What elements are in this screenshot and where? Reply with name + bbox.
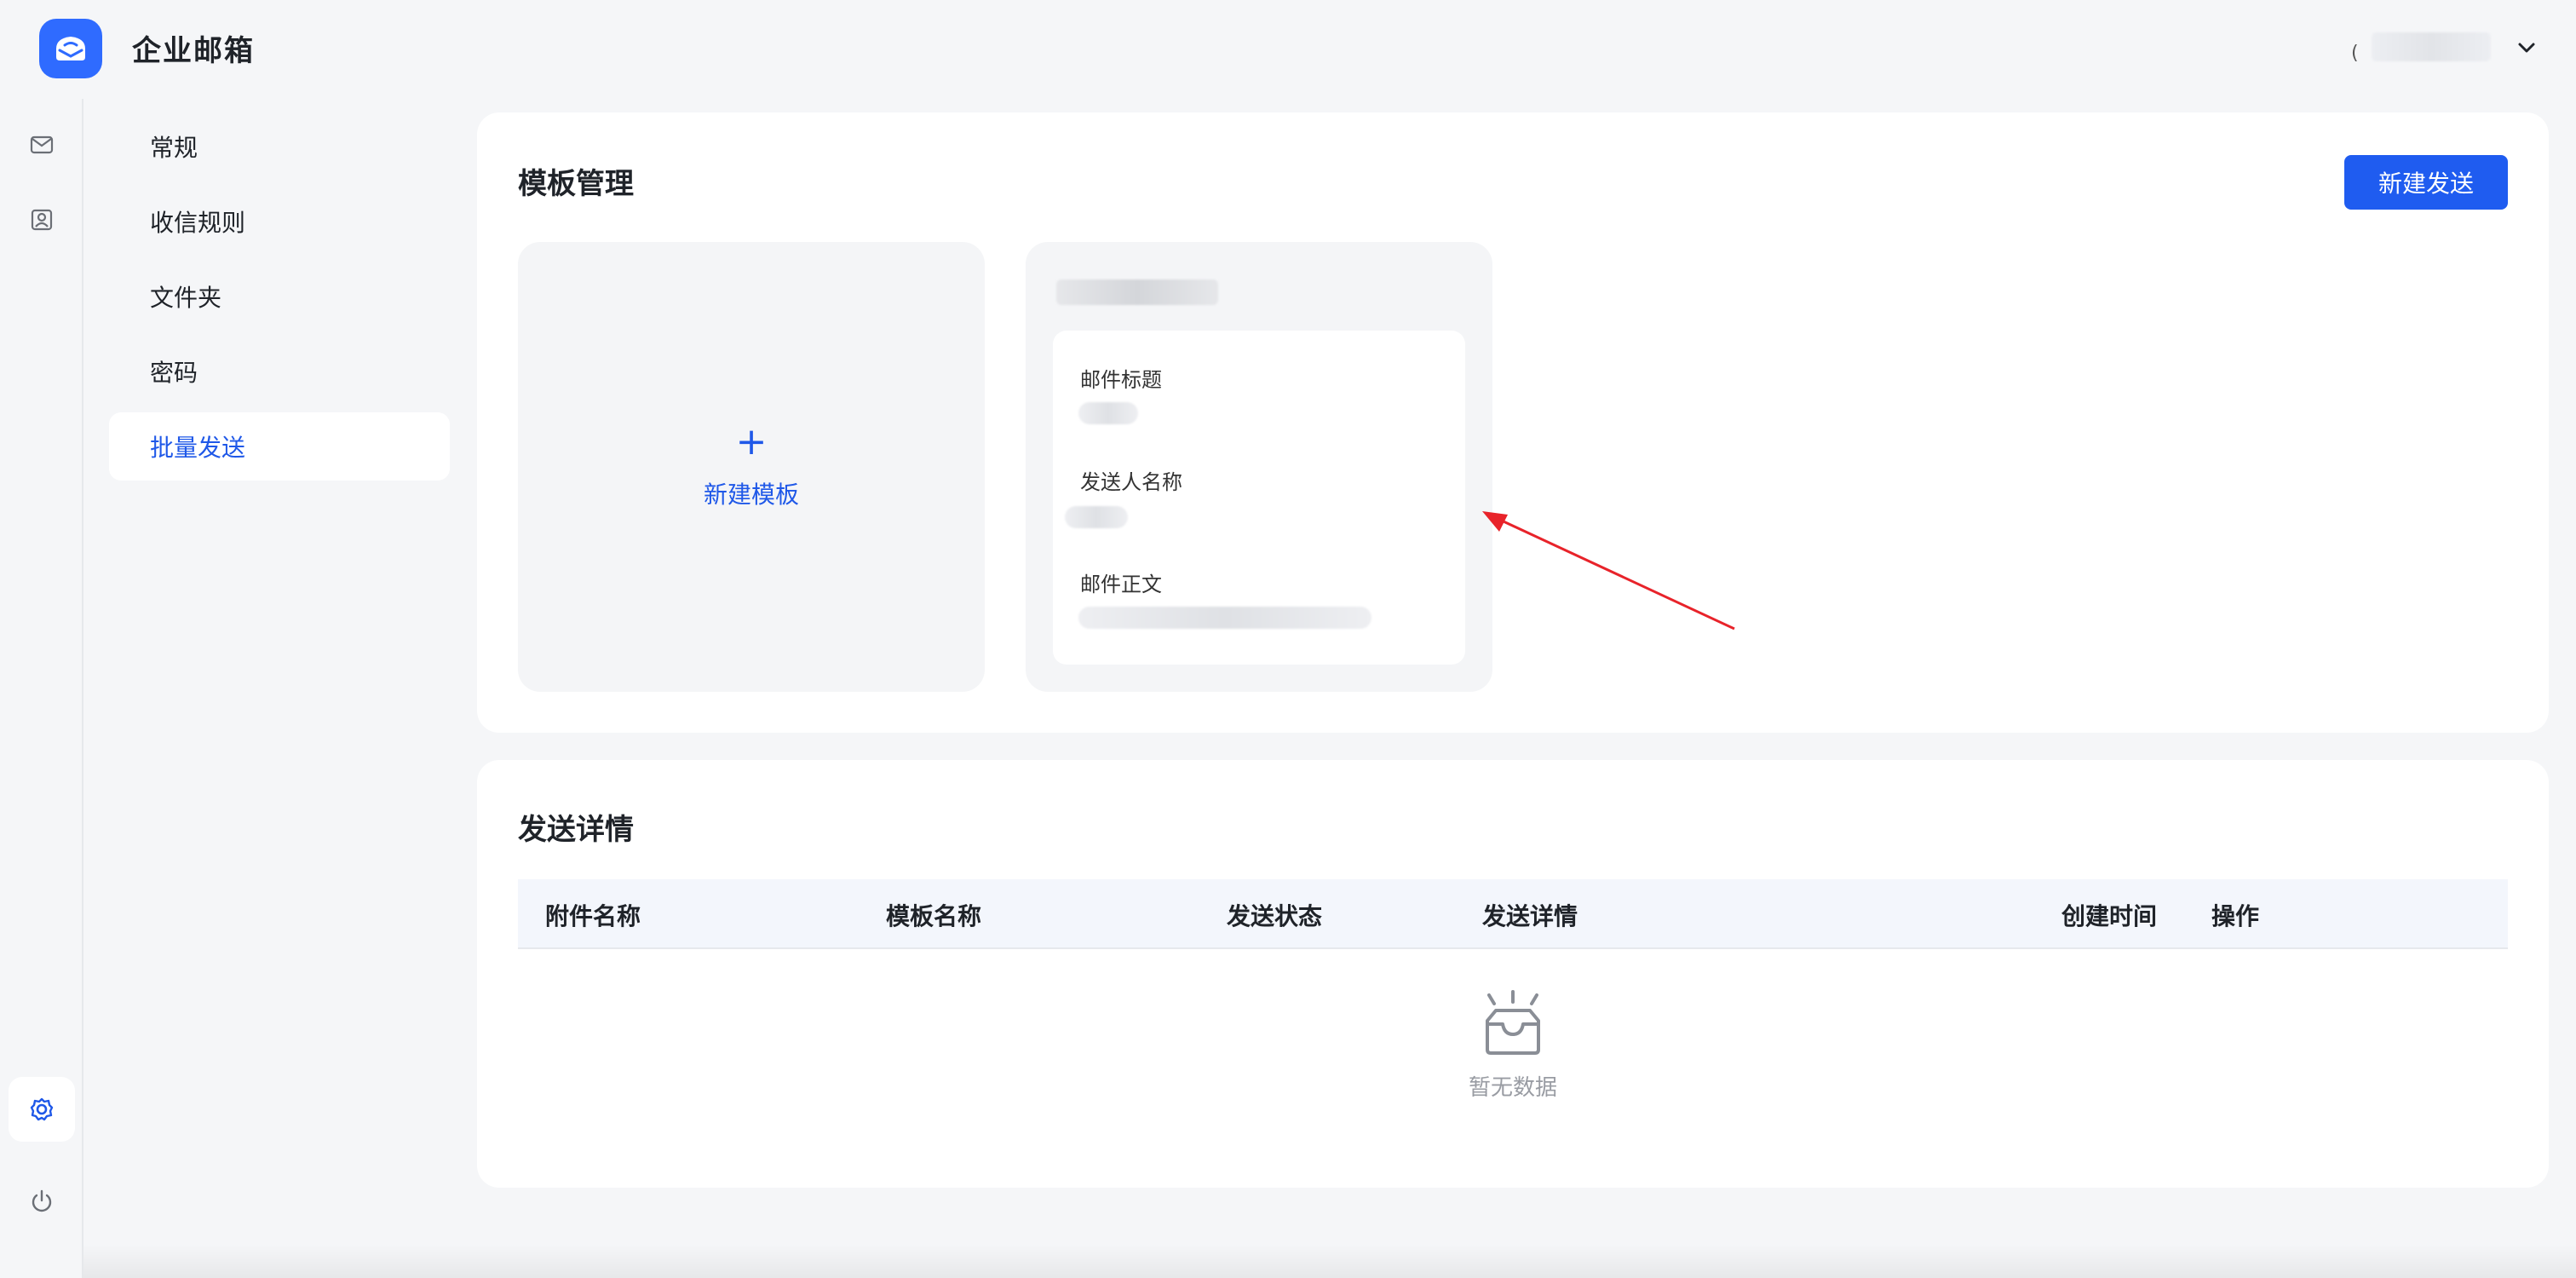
send-details-card: 发送详情 附件名称 模板名称 发送状态 发送详情 创建时间 操作 暂无数据 (477, 760, 2549, 1188)
rail-contacts-button[interactable] (9, 187, 75, 252)
app-title: 企业邮箱 (132, 34, 255, 68)
settings-nav: 常规 收信规则 文件夹 密码 批量发送 (109, 112, 450, 487)
field-body-label: 邮件正文 (1080, 573, 1162, 596)
empty-text: 暂无数据 (1468, 1075, 1557, 1101)
template-management-card: 模板管理 新建发送 + 新建模板 邮件标题 发送人名称 邮件正文 (477, 112, 2549, 733)
nav-item-label: 收信规则 (150, 209, 246, 237)
template-section-title: 模板管理 (518, 167, 634, 201)
column-attachment-name: 附件名称 (545, 902, 641, 930)
new-template-tile[interactable]: + 新建模板 (518, 242, 985, 692)
app-logo-icon[interactable] (39, 19, 102, 78)
user-initial: ( (2351, 43, 2359, 64)
nav-item-password[interactable]: 密码 (109, 337, 450, 406)
field-subject-value-redacted (1078, 402, 1138, 424)
column-actions: 操作 (2211, 902, 2260, 930)
empty-state: 暂无数据 (477, 990, 2549, 1102)
column-send-details: 发送详情 (1482, 902, 1578, 930)
nav-item-label: 文件夹 (150, 284, 222, 312)
rail-mail-button[interactable] (9, 112, 75, 177)
rail-logout-button[interactable] (9, 1169, 75, 1234)
power-icon (32, 1189, 52, 1212)
nav-item-label: 密码 (150, 359, 198, 387)
details-section-title: 发送详情 (518, 813, 634, 847)
top-header: 企业邮箱 ( (0, 0, 2576, 99)
gear-icon (30, 1097, 54, 1121)
plus-icon: + (735, 420, 768, 463)
left-rail (0, 99, 83, 1278)
nav-item-label: 批量发送 (150, 434, 246, 462)
column-template-name: 模板名称 (886, 902, 982, 930)
nav-item-bulk-send[interactable]: 批量发送 (109, 412, 450, 481)
app-root: 企业邮箱 (常规 收信规则 文件夹 密码 批量发送 模板管理 新建发送 + 新… (0, 0, 2576, 1278)
template-card[interactable]: 邮件标题 发送人名称 邮件正文 (1026, 242, 1492, 692)
nav-item-label: 常规 (150, 134, 198, 162)
field-sender-value-redacted (1065, 506, 1128, 528)
user-menu[interactable]: ( (2269, 26, 2576, 73)
user-name-redacted (2372, 32, 2491, 61)
contacts-icon (31, 209, 53, 231)
table-header: 附件名称 模板名称 发送状态 发送详情 创建时间 操作 (518, 879, 2508, 949)
column-created-time: 创建时间 (2061, 902, 2158, 930)
field-subject-label: 邮件标题 (1080, 368, 1162, 392)
nav-item-folders[interactable]: 文件夹 (109, 262, 450, 331)
empty-inbox-icon (1486, 990, 1540, 1055)
annotation-arrow (1482, 511, 1735, 630)
template-name-redacted (1056, 279, 1218, 305)
bottom-shadow (83, 1244, 2576, 1278)
nav-item-general[interactable]: 常规 (109, 112, 450, 181)
mail-icon (30, 135, 54, 154)
field-body-value-redacted (1078, 607, 1371, 629)
new-template-label: 新建模板 (703, 481, 799, 509)
chevron-down-icon[interactable] (2513, 34, 2540, 61)
column-send-status: 发送状态 (1227, 902, 1323, 930)
template-preview: 邮件标题 发送人名称 邮件正文 (1053, 331, 1465, 665)
field-sender-label: 发送人名称 (1080, 470, 1182, 494)
rail-settings-button[interactable] (9, 1077, 75, 1142)
new-send-button[interactable]: 新建发送 (2344, 155, 2508, 210)
nav-item-rules[interactable]: 收信规则 (109, 187, 450, 256)
